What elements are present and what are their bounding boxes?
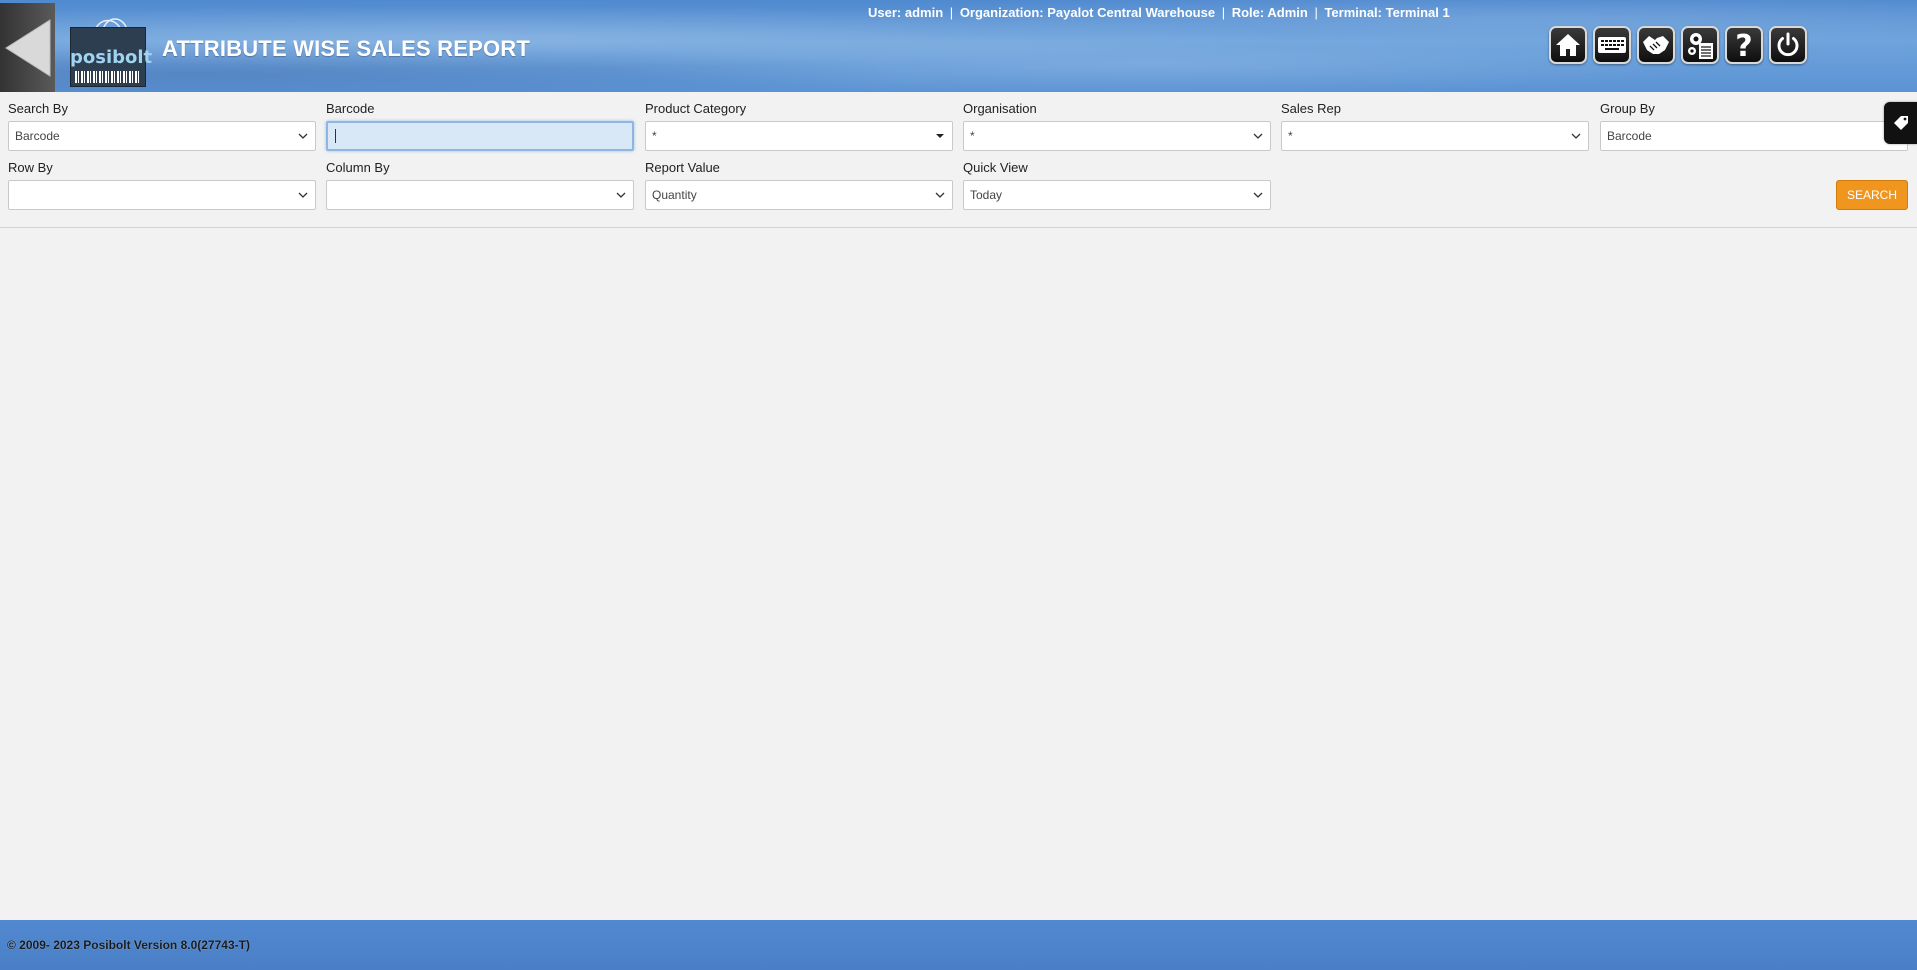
- row-by-select[interactable]: [8, 180, 316, 210]
- report-content-area: [0, 228, 1917, 920]
- organisation-label: Organisation: [963, 101, 1037, 116]
- search-button[interactable]: SEARCH: [1836, 180, 1908, 210]
- page-title: ATTRIBUTE WISE SALES REPORT: [162, 36, 531, 61]
- report-filters: Search By Barcode Barcode Product Catego…: [0, 92, 1917, 228]
- app-header: posibolt ATTRIBUTE WISE SALES REPORT Use…: [0, 0, 1917, 92]
- chevron-down-icon: [297, 189, 309, 201]
- posibolt-logo: posibolt: [70, 11, 153, 87]
- sales-rep-field: Sales Rep *: [1281, 101, 1589, 151]
- product-category-field: Product Category *: [645, 101, 953, 151]
- chevron-down-icon: [615, 189, 627, 201]
- toolbar: ?: [1549, 26, 1807, 64]
- power-icon: [1777, 32, 1799, 57]
- search-by-select[interactable]: Barcode: [8, 121, 316, 151]
- organisation-field: Organisation *: [963, 101, 1271, 151]
- sales-rep-value: *: [1288, 129, 1293, 143]
- group-by-value: Barcode: [1607, 129, 1652, 143]
- organization-value: Payalot Central Warehouse: [1047, 5, 1216, 20]
- row-by-field: Row By: [8, 160, 316, 210]
- logo-text: posibolt: [70, 47, 153, 68]
- search-by-field: Search By Barcode: [8, 101, 316, 151]
- search-by-value: Barcode: [15, 129, 60, 143]
- barcode-field: Barcode: [326, 101, 634, 151]
- role-label: Role:: [1231, 5, 1265, 20]
- caret-down-icon: [934, 130, 946, 142]
- sales-rep-label: Sales Rep: [1281, 101, 1341, 116]
- tag-icon: [1893, 116, 1908, 130]
- chevron-down-icon: [297, 130, 309, 142]
- separator: |: [1221, 5, 1226, 20]
- back-arrow-icon: [4, 18, 50, 77]
- product-category-select[interactable]: *: [645, 121, 953, 151]
- separator: |: [1314, 5, 1318, 20]
- organisation-value: *: [970, 129, 975, 143]
- column-by-field: Column By: [326, 160, 634, 210]
- report-value-select[interactable]: Quantity: [645, 180, 953, 210]
- quick-view-label: Quick View: [963, 160, 1028, 175]
- group-by-label: Group By: [1600, 101, 1655, 116]
- help-icon: ?: [1735, 29, 1752, 61]
- quick-view-value: Today: [970, 188, 1003, 202]
- row-by-label: Row By: [8, 160, 53, 175]
- chevron-down-icon: [934, 189, 946, 201]
- user-value: admin: [904, 5, 944, 20]
- quick-view-field: Quick View Today: [963, 160, 1271, 210]
- search-by-label: Search By: [8, 101, 68, 116]
- logout-button[interactable]: [1769, 26, 1807, 64]
- report-value-value: Quantity: [652, 188, 697, 202]
- text-cursor: [335, 129, 336, 143]
- chevron-down-icon: [1252, 189, 1264, 201]
- tag-side-button[interactable]: [1884, 102, 1917, 144]
- barcode-icon: [75, 71, 141, 83]
- back-button[interactable]: [0, 3, 55, 92]
- app-footer: © 2009- 2023 Posibolt Version 8.0(27743-…: [0, 920, 1917, 970]
- settings-report-button[interactable]: [1681, 26, 1719, 64]
- home-button[interactable]: [1549, 26, 1587, 64]
- footer-copyright: © 2009- 2023 Posibolt Version 8.0(27743-…: [7, 938, 250, 952]
- keyboard-icon: [1598, 37, 1626, 53]
- quick-view-select[interactable]: Today: [963, 180, 1271, 210]
- chevron-down-icon: [1570, 130, 1582, 142]
- column-by-label: Column By: [326, 160, 390, 175]
- settings-report-icon: [1688, 33, 1713, 59]
- role-value: Admin: [1267, 5, 1308, 20]
- organisation-select[interactable]: *: [963, 121, 1271, 151]
- separator: |: [949, 5, 954, 20]
- barcode-input[interactable]: [326, 121, 634, 151]
- product-category-value: *: [652, 129, 657, 143]
- organization-label: Organization:: [959, 5, 1044, 20]
- barcode-label: Barcode: [326, 101, 375, 116]
- product-category-label: Product Category: [645, 101, 747, 116]
- user-label: User:: [868, 5, 902, 20]
- terminal-value: Terminal 1: [1385, 5, 1450, 20]
- user-info-bar: User: admin | Organization: Payalot Cent…: [868, 5, 1450, 20]
- group-by-select[interactable]: Barcode: [1600, 121, 1908, 151]
- home-icon: [1556, 34, 1580, 56]
- report-value-field: Report Value Quantity: [645, 160, 953, 210]
- column-by-select[interactable]: [326, 180, 634, 210]
- keyboard-button[interactable]: [1593, 26, 1631, 64]
- sales-rep-select[interactable]: *: [1281, 121, 1589, 151]
- terminal-label: Terminal:: [1324, 5, 1383, 20]
- report-value-label: Report Value: [645, 160, 720, 175]
- svg-text:?: ?: [1735, 29, 1752, 61]
- chevron-down-icon: [1252, 130, 1264, 142]
- help-button[interactable]: ?: [1725, 26, 1763, 64]
- handshake-icon: [1643, 36, 1669, 54]
- group-by-field: Group By Barcode: [1600, 101, 1908, 151]
- handshake-button[interactable]: [1637, 26, 1675, 64]
